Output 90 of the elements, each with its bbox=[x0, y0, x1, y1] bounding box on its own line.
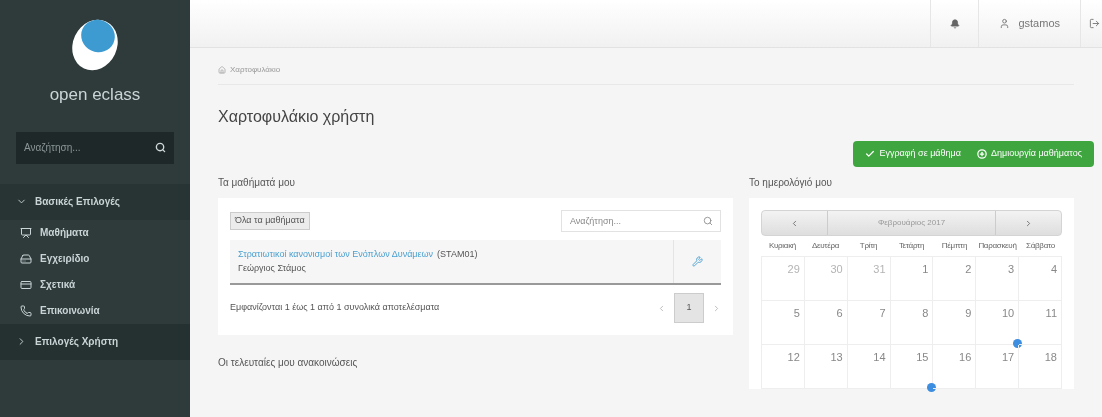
calendar-day[interactable]: 10 bbox=[976, 301, 1020, 345]
day-number: 14 bbox=[873, 350, 886, 365]
section-heading: Το ημερολόγιό μου bbox=[749, 176, 833, 190]
course-code: (STAM01) bbox=[437, 248, 478, 261]
logout-icon bbox=[1089, 18, 1100, 29]
card-icon bbox=[20, 278, 32, 291]
day-number: 17 bbox=[1001, 350, 1015, 365]
logo-text: open eclass bbox=[49, 84, 141, 106]
calendar-day[interactable]: 6 bbox=[804, 301, 848, 345]
check-icon bbox=[865, 149, 876, 159]
calendar-day[interactable]: 31 bbox=[847, 257, 891, 301]
day-number: 5 bbox=[793, 306, 800, 321]
calendar-day[interactable]: 18 bbox=[1019, 345, 1062, 389]
day-number: 6 bbox=[836, 306, 843, 321]
calendar-day[interactable]: 11 bbox=[1019, 301, 1062, 345]
wrench-icon bbox=[692, 256, 703, 267]
previous-icon[interactable] bbox=[657, 303, 666, 313]
search-field[interactable]: Αναζήτηση... bbox=[16, 131, 174, 164]
weekday-label: Σάββατο bbox=[1025, 240, 1056, 252]
all-courses-button[interactable]: Όλα τα μαθήματα bbox=[230, 212, 310, 230]
weekday-label: Δευτέρα bbox=[810, 240, 841, 252]
caret-icon bbox=[790, 218, 799, 228]
weekday-label: Τετάρτη bbox=[897, 240, 926, 252]
sidebar-item[interactable]: Σχετικά bbox=[0, 271, 190, 298]
action-link[interactable]: Δημιουργία μαθήματος bbox=[977, 147, 1082, 161]
user-menu[interactable]: gstamos bbox=[978, 0, 1080, 47]
calendar-day[interactable]: 17 bbox=[976, 345, 1020, 389]
day-number: 4 bbox=[1050, 262, 1057, 277]
page-button[interactable]: 1 bbox=[674, 293, 704, 323]
calendar-day[interactable]: 3 bbox=[976, 257, 1020, 301]
calendar-day[interactable]: 13 bbox=[804, 345, 848, 389]
day-number: 7 bbox=[879, 306, 886, 321]
weekday-label: Κυριακή bbox=[768, 240, 797, 252]
home-icon[interactable] bbox=[218, 66, 226, 74]
calendar-day[interactable]: 8 bbox=[890, 301, 934, 345]
course-teacher: Γεώργιος Στάμος bbox=[238, 261, 307, 275]
logout-button[interactable] bbox=[1080, 0, 1102, 47]
day-number: 31 bbox=[873, 262, 886, 277]
calendar-day[interactable]: 7 bbox=[847, 301, 891, 345]
day-number: 1 bbox=[922, 262, 929, 277]
drive-icon bbox=[20, 252, 32, 265]
action-link[interactable]: Εγγραφή σε μάθημα bbox=[865, 147, 961, 161]
day-number: 10 bbox=[1001, 306, 1015, 321]
sidebar-section[interactable]: Επιλογές Χρήστη bbox=[0, 323, 190, 360]
weekday-label: Παρασκευή bbox=[977, 240, 1018, 252]
calendar-day[interactable]: 5 bbox=[762, 301, 805, 345]
weekday-label: Πέμπτη bbox=[940, 240, 969, 252]
day-number: 8 bbox=[922, 306, 929, 321]
sidebar-item[interactable]: Εγχειρίδιο bbox=[0, 245, 190, 272]
month-label: Φεβρουάριος 2017 bbox=[876, 217, 947, 229]
day-number: 12 bbox=[787, 350, 800, 365]
sidebar-item[interactable]: Μαθήματα bbox=[0, 219, 190, 246]
section-heading: Τα μαθήματά μου bbox=[218, 176, 296, 190]
breadcrumb[interactable]: Χαρτοφυλάκιο bbox=[230, 64, 281, 76]
course-link[interactable]: Στρατιωτικοί κανονισμοί των Ενόπλων Δυνάμεων bbox=[238, 248, 434, 262]
user-icon bbox=[999, 18, 1011, 29]
results-info: Εμφανίζονται 1 έως 1 από 1 συνολικά αποτελέσματα bbox=[230, 301, 440, 315]
next-icon[interactable] bbox=[712, 303, 721, 313]
calendar-day[interactable]: 1 bbox=[890, 257, 934, 301]
course-search-field[interactable]: Αναζήτηση... bbox=[561, 210, 721, 232]
section-heading: Οι τελευταίες μου ανακοινώσεις bbox=[218, 356, 359, 370]
day-number: 3 bbox=[1008, 262, 1015, 277]
day-number: 29 bbox=[787, 262, 800, 277]
day-number: 13 bbox=[830, 350, 843, 365]
caret-icon bbox=[1024, 218, 1033, 228]
day-number: 18 bbox=[1044, 350, 1057, 365]
page-title: Χαρτοφυλάκιο χρήστη bbox=[218, 107, 376, 127]
day-number: 30 bbox=[830, 262, 843, 277]
day-number: 2 bbox=[965, 262, 972, 277]
calendar-day[interactable]: 30 bbox=[804, 257, 848, 301]
calendar-day[interactable]: 4 bbox=[1019, 257, 1062, 301]
sidebar-item[interactable]: Επικοινωνία bbox=[0, 297, 190, 324]
day-number: 9 bbox=[965, 306, 972, 321]
plus-circle-icon bbox=[977, 149, 987, 159]
board-icon bbox=[20, 226, 32, 239]
day-number: 11 bbox=[1045, 306, 1057, 321]
day-number: 16 bbox=[959, 350, 972, 365]
sidebar-section[interactable]: Βασικές Επιλογές bbox=[0, 183, 190, 220]
phone-icon bbox=[20, 304, 32, 317]
calendar-day[interactable]: 16 bbox=[933, 345, 977, 389]
calendar-day[interactable]: 29 bbox=[762, 257, 805, 301]
weekday-label: Τρίτη bbox=[858, 240, 879, 252]
calendar-day[interactable]: 15 bbox=[890, 345, 934, 389]
day-number: 15 bbox=[916, 350, 929, 365]
calendar-day[interactable]: 14 bbox=[847, 345, 891, 389]
calendar-day[interactable]: 9 bbox=[933, 301, 977, 345]
search-icon[interactable] bbox=[155, 141, 166, 153]
calendar-day[interactable]: 2 bbox=[933, 257, 977, 301]
calendar-day[interactable]: 12 bbox=[762, 345, 805, 389]
bell-icon bbox=[949, 18, 960, 29]
